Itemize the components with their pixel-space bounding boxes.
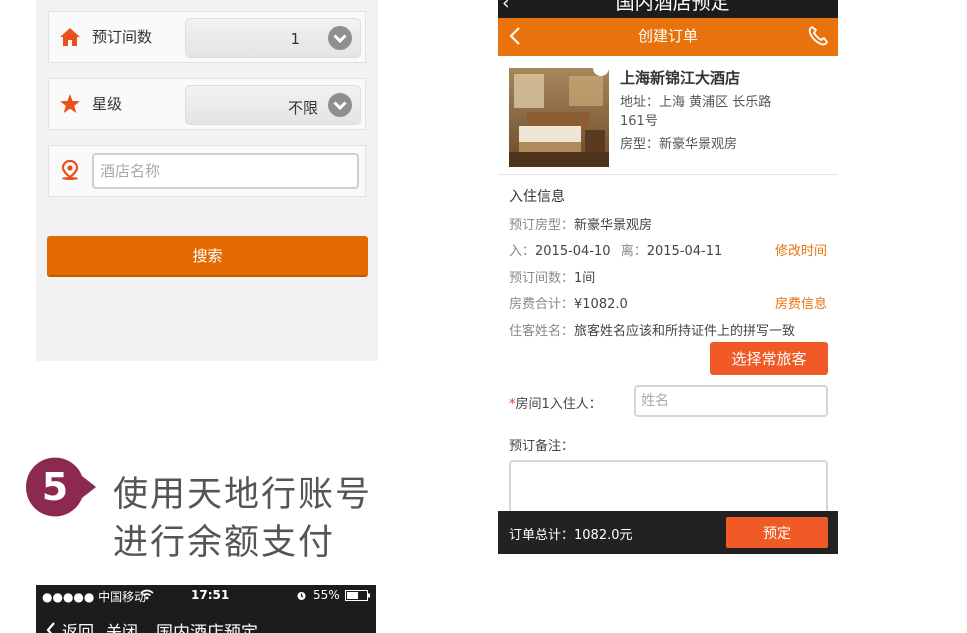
phone-call-icon[interactable] [806,24,830,48]
page-title: 创建订单 [637,27,698,45]
remark-label: 预订备注： [509,439,575,454]
star-select[interactable]: 不限 [185,85,361,125]
step-line-1: 使用天地行账号 [113,475,373,515]
hotel-room-type: 房型：新豪华景观房 [620,137,738,152]
top-nav-title: ‹ 国内酒店预定 [502,0,730,15]
checkin-date: 2015-04-10 [535,244,611,259]
star-icon [60,94,80,113]
room-fee-row: 房费合计：¥1082.0 [509,293,628,312]
hotel-search-panel: 预订间数 1 星级 不限 搜索 [36,0,378,361]
room-type-value: 新豪华景观房 [574,218,653,233]
order-total: 订单总计：1082.0元 [509,528,633,543]
step-number: 5 [42,465,68,509]
star-row: 星级 不限 [48,78,366,130]
change-time-link[interactable]: 修改时间 [775,240,827,259]
hotel-name-input[interactable] [92,153,359,189]
rooms-count-row: 预订间数：1间 [509,267,595,286]
room-type-label: 预订房型： [509,218,575,233]
wifi-icon [140,589,154,600]
order-header: 创建订单 [498,18,838,56]
divider [498,174,838,175]
close-link[interactable]: 关闭 [106,618,138,633]
location-pin-icon [61,160,79,180]
search-button[interactable]: 搜索 [47,236,368,277]
next-screen-phone: ●●●●● 中国移动 17:51 55% 返回 关闭 国内酒店预定 [36,585,376,633]
hotel-name: 上海新锦江大酒店 [620,69,741,87]
rooms-count-value: 1间 [574,271,596,286]
back-arrow-icon[interactable] [46,622,56,633]
hotel-address: 地址：上海 黄浦区 长乐路 [620,95,772,110]
star-value: 不限 [287,99,318,117]
order-footer: 订单总计：1082.0元 预定 [498,511,838,554]
hotel-name-row [48,145,366,197]
book-button[interactable]: 预定 [726,517,828,548]
room-fee-label: 房费合计： [509,297,575,312]
status-time: 17:51 [191,588,230,602]
checkout-date: 2015-04-11 [646,244,723,259]
select-frequent-traveler-button[interactable]: 选择常旅客 [710,342,828,375]
hotel-address-line2: 161号 [620,114,658,129]
occupant-label: 房间1入住人： [515,397,602,412]
home-icon [60,28,80,46]
guest-name-row: 住客姓名：旅客姓名应该和所持证件上的拼写一致 [509,320,795,339]
guest-name-note: 旅客姓名应该和所持证件上的拼写一致 [574,324,796,339]
rooms-select[interactable]: 1 [185,18,361,58]
room-fee-value: ¥1082.0 [574,297,628,312]
step-line-2: 进行余额支付 [113,523,336,563]
battery-percent: 55% [313,588,340,602]
checkout-label: 离： [620,244,647,259]
chevron-down-icon [328,93,352,117]
fee-info-link[interactable]: 房费信息 [775,293,827,312]
rooms-label: 预订间数 [92,28,153,46]
step-badge: 5 [25,457,96,517]
carrier-signal: ●●●●● 中国移动 [42,590,147,604]
dates-row: 入：2015-04-10 离：2015-04-11 [509,240,722,259]
rooms-value: 1 [290,30,300,48]
screen-title: 国内酒店预定 [156,623,258,633]
checkin-section-title: 入住信息 [509,189,565,205]
guest-name-label: 住客姓名： [509,324,575,339]
create-order-phone: ‹ 国内酒店预定 创建订单 上海新锦江大酒店 地址：上海 黄浦区 长乐路 161… [498,0,838,554]
room-type-row: 预订房型：新豪华景观房 [509,214,652,233]
top-nav-title-text: 国内酒店预定 [615,0,730,14]
top-nav-bar: ‹ 国内酒店预定 [498,0,838,18]
rooms-row: 预订间数 1 [48,11,366,63]
occupant-name-input[interactable] [634,385,828,417]
back-link[interactable]: 返回 [62,618,94,633]
hotel-photo [509,68,609,167]
star-label: 星级 [92,95,123,113]
rooms-count-label: 预订间数： [509,271,575,286]
chevron-down-icon [328,26,352,50]
battery-icon [345,590,370,601]
checkin-label: 入： [509,244,536,259]
alarm-icon [297,592,306,600]
occupant-row: *房间1入住人： [509,393,602,412]
